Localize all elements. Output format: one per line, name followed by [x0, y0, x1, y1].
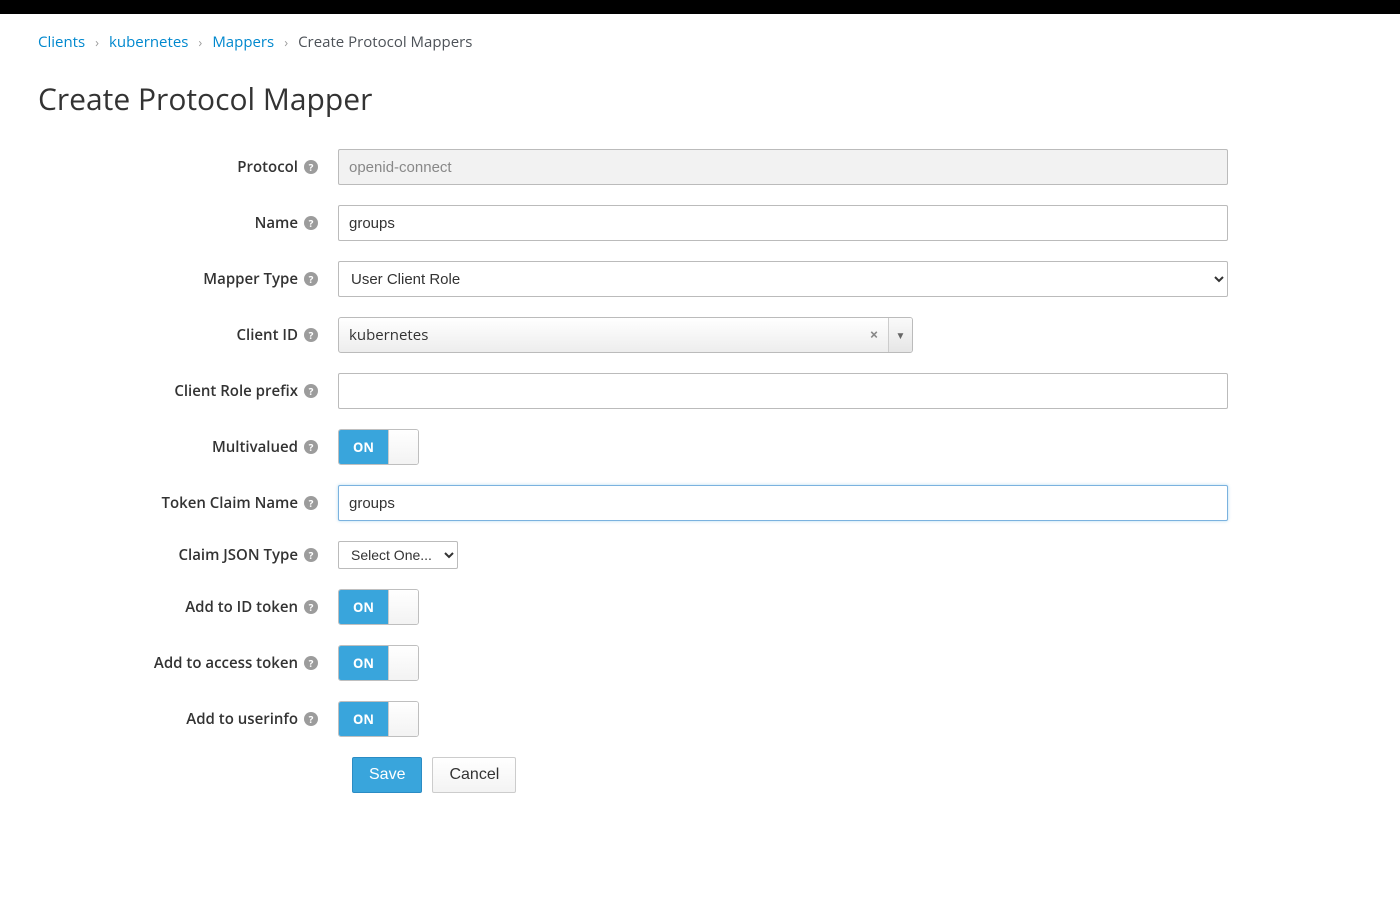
chevron-right-icon: › [95, 33, 99, 51]
help-icon[interactable]: ? [304, 272, 318, 286]
help-icon[interactable]: ? [304, 384, 318, 398]
breadcrumb-current: Create Protocol Mappers [298, 32, 472, 52]
label-add-id-token: Add to ID token [185, 597, 298, 617]
caret-down-icon[interactable]: ▼ [888, 318, 912, 352]
close-icon[interactable]: × [860, 318, 888, 352]
row-add-userinfo: Add to userinfo ? ON [38, 701, 1362, 737]
label-add-access-token: Add to access token [154, 653, 298, 673]
label-name: Name [255, 213, 298, 233]
button-row: Save Cancel [338, 757, 1362, 793]
add-id-token-toggle[interactable]: ON [338, 589, 419, 625]
label-token-claim-name: Token Claim Name [162, 493, 298, 513]
help-icon[interactable]: ? [304, 160, 318, 174]
claim-json-type-select[interactable]: Select One... [338, 541, 458, 569]
client-role-prefix-input[interactable] [338, 373, 1228, 409]
label-claim-json-type: Claim JSON Type [179, 545, 298, 565]
label-protocol: Protocol [237, 157, 298, 177]
row-multivalued: Multivalued ? ON [38, 429, 1362, 465]
protocol-input [338, 149, 1228, 185]
toggle-on-label: ON [339, 430, 388, 464]
add-userinfo-toggle[interactable]: ON [338, 701, 419, 737]
row-client-role-prefix: Client Role prefix ? [38, 373, 1362, 409]
toggle-on-label: ON [339, 646, 388, 680]
client-id-combobox[interactable]: kubernetes × ▼ [338, 317, 913, 353]
toggle-on-label: ON [339, 702, 388, 736]
token-claim-name-input[interactable] [338, 485, 1228, 521]
breadcrumb-mappers[interactable]: Mappers [212, 32, 274, 52]
help-icon[interactable]: ? [304, 216, 318, 230]
client-id-value: kubernetes [339, 318, 860, 352]
help-icon[interactable]: ? [304, 496, 318, 510]
main-content: Clients › kubernetes › Mappers › Create … [0, 14, 1400, 833]
help-icon[interactable]: ? [304, 548, 318, 562]
chevron-right-icon: › [198, 33, 202, 51]
label-multivalued: Multivalued [212, 437, 298, 457]
row-mapper-type: Mapper Type ? User Client Role [38, 261, 1362, 297]
help-icon[interactable]: ? [304, 440, 318, 454]
help-icon[interactable]: ? [304, 600, 318, 614]
row-add-access-token: Add to access token ? ON [38, 645, 1362, 681]
add-access-token-toggle[interactable]: ON [338, 645, 419, 681]
breadcrumb-kubernetes[interactable]: kubernetes [109, 32, 188, 52]
toggle-on-label: ON [339, 590, 388, 624]
breadcrumb-clients[interactable]: Clients [38, 32, 85, 52]
help-icon[interactable]: ? [304, 656, 318, 670]
top-bar [0, 0, 1400, 14]
toggle-handle [388, 430, 418, 464]
row-claim-json-type: Claim JSON Type ? Select One... [38, 541, 1362, 569]
label-client-role-prefix: Client Role prefix [174, 381, 298, 401]
label-mapper-type: Mapper Type [203, 269, 298, 289]
page-title: Create Protocol Mapper [38, 78, 1362, 119]
chevron-right-icon: › [284, 33, 288, 51]
cancel-button[interactable]: Cancel [432, 757, 516, 793]
row-client-id: Client ID ? kubernetes × ▼ [38, 317, 1362, 353]
breadcrumb: Clients › kubernetes › Mappers › Create … [38, 22, 1362, 78]
mapper-type-select[interactable]: User Client Role [338, 261, 1228, 297]
row-add-id-token: Add to ID token ? ON [38, 589, 1362, 625]
name-input[interactable] [338, 205, 1228, 241]
row-protocol: Protocol ? [38, 149, 1362, 185]
help-icon[interactable]: ? [304, 328, 318, 342]
multivalued-toggle[interactable]: ON [338, 429, 419, 465]
row-name: Name ? [38, 205, 1362, 241]
help-icon[interactable]: ? [304, 712, 318, 726]
row-token-claim-name: Token Claim Name ? [38, 485, 1362, 521]
toggle-handle [388, 702, 418, 736]
save-button[interactable]: Save [352, 757, 422, 793]
toggle-handle [388, 646, 418, 680]
label-add-userinfo: Add to userinfo [186, 709, 298, 729]
toggle-handle [388, 590, 418, 624]
label-client-id: Client ID [237, 325, 298, 345]
